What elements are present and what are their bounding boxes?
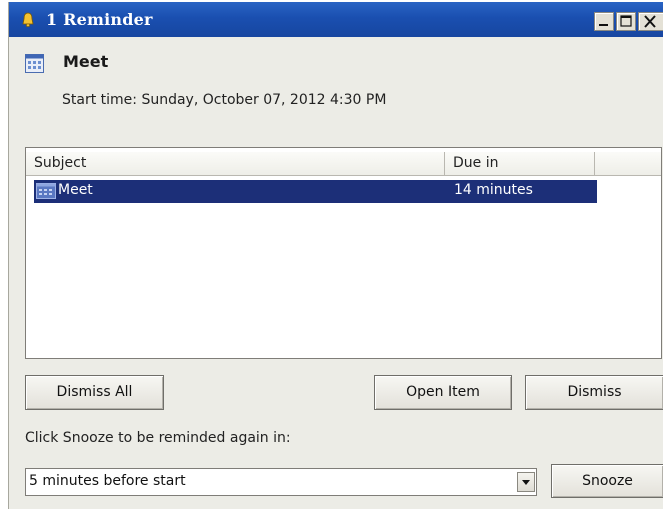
snooze-interval-select[interactable]: 5 minutes before start xyxy=(25,468,537,496)
bell-icon xyxy=(22,12,34,27)
dismiss-button[interactable]: Dismiss xyxy=(525,375,663,410)
close-icon xyxy=(644,15,656,28)
column-header-due-in[interactable]: Due in xyxy=(445,152,595,175)
snooze-selected-value: 5 minutes before start xyxy=(29,473,186,489)
open-item-button[interactable]: Open Item xyxy=(374,375,512,410)
list-header: Subject Due in xyxy=(26,152,661,176)
close-button[interactable] xyxy=(638,12,663,31)
calendar-icon xyxy=(36,183,56,199)
row-subject: Meet xyxy=(58,182,93,198)
window-title: 1 Reminder xyxy=(46,10,153,29)
column-header-subject[interactable]: Subject xyxy=(26,152,445,175)
column-header-filler xyxy=(595,152,661,175)
chevron-down-icon xyxy=(522,480,530,485)
calendar-icon xyxy=(25,54,44,73)
list-item[interactable]: Meet 14 minutes xyxy=(34,180,597,203)
dropdown-button[interactable] xyxy=(517,472,535,492)
minimize-button[interactable] xyxy=(594,12,614,31)
snooze-label: Click Snooze to be reminded again in: xyxy=(25,430,291,446)
reminder-window: 1 Reminder Meet Start time: Sunday, Octo… xyxy=(8,2,663,509)
dismiss-all-button[interactable]: Dismiss All xyxy=(25,375,164,410)
maximize-icon xyxy=(620,15,632,27)
snooze-button[interactable]: Snooze xyxy=(551,464,663,498)
maximize-button[interactable] xyxy=(616,12,636,31)
reminder-title: Meet xyxy=(63,52,109,71)
title-bar[interactable]: 1 Reminder xyxy=(9,2,663,37)
minimize-icon xyxy=(599,24,608,26)
reminder-list[interactable]: Subject Due in Meet 14 minutes xyxy=(25,147,662,359)
start-time: Start time: Sunday, October 07, 2012 4:3… xyxy=(62,92,387,108)
row-due-in: 14 minutes xyxy=(454,182,533,198)
